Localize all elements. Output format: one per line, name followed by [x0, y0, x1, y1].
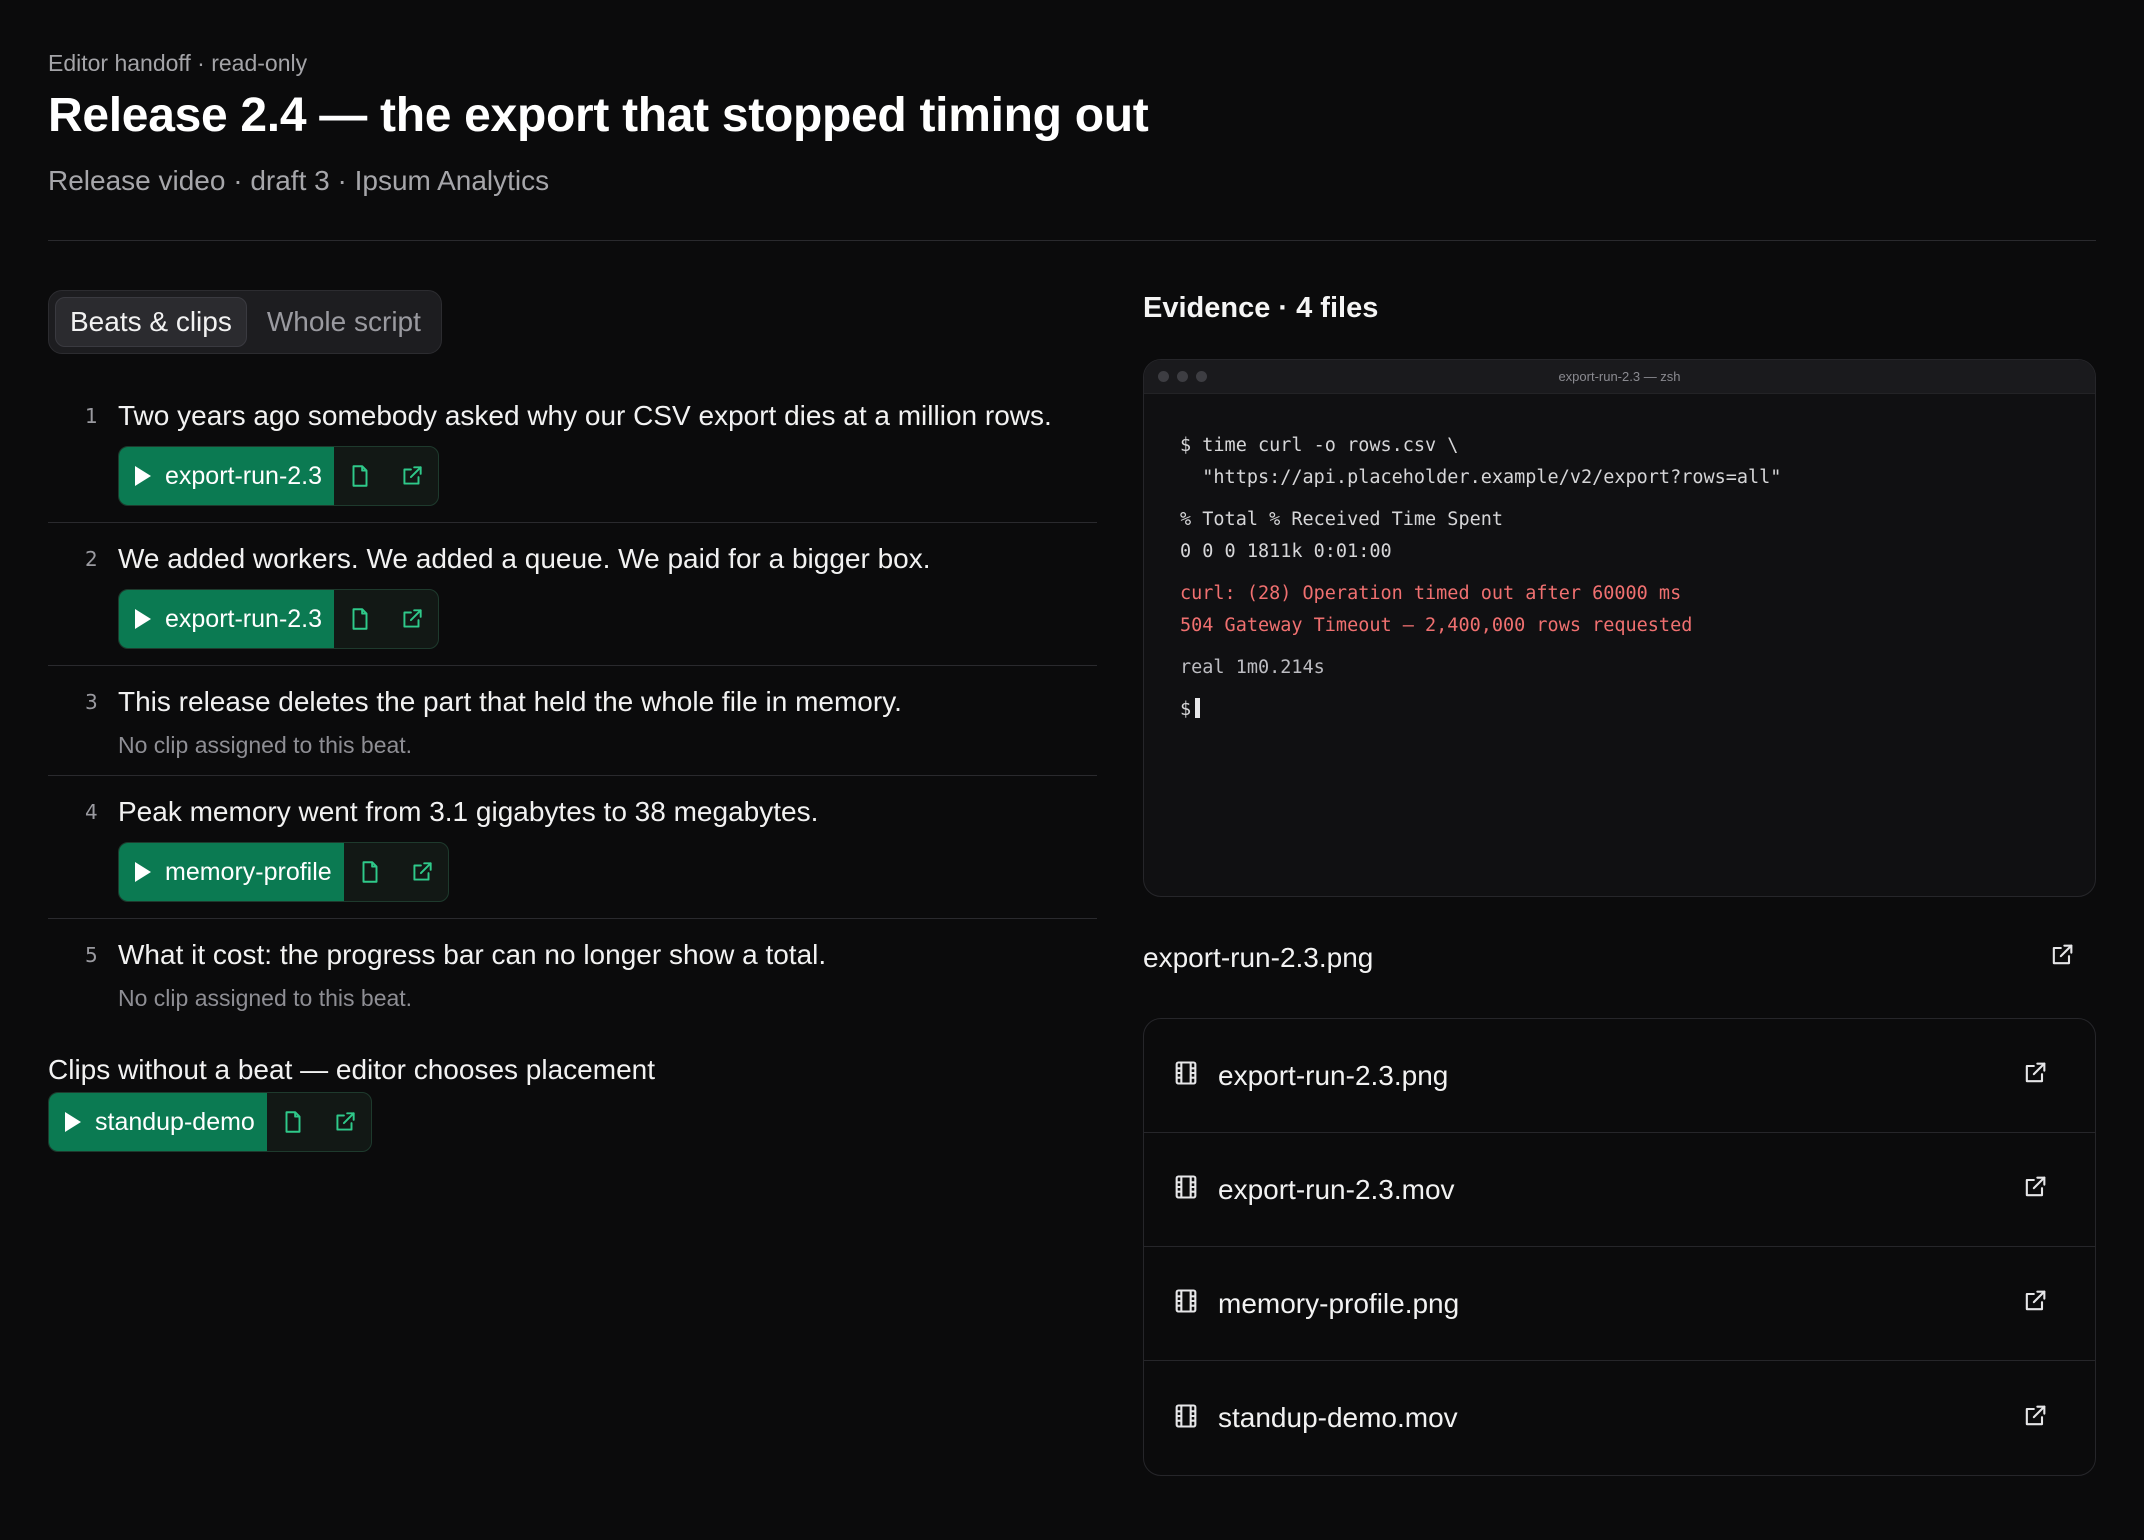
- clip-name: export-run-2.3: [165, 604, 323, 633]
- film-icon: [1172, 1173, 1200, 1206]
- file-name: export-run-2.3.mov: [1218, 1173, 1455, 1205]
- play-clip-button[interactable]: export-run-2.3: [119, 590, 335, 648]
- beat-note: No clip assigned to this beat.: [118, 732, 413, 758]
- file-icon[interactable]: [334, 447, 386, 505]
- external-link-icon[interactable]: [2021, 1059, 2049, 1092]
- beat-list: 1 Two years ago somebody asked why our C…: [48, 380, 1097, 1028]
- play-clip-button[interactable]: export-run-2.3: [119, 447, 335, 505]
- play-icon: [135, 466, 151, 486]
- beat-number: 3: [85, 690, 98, 714]
- play-icon: [135, 862, 151, 882]
- beat-row: 3 This release deletes the part that hel…: [48, 666, 1097, 776]
- external-link-icon[interactable]: [386, 590, 438, 648]
- file-name: standup-demo.mov: [1218, 1402, 1458, 1433]
- evidence-file-list: export-run-2.3.png export-run-2.3.mov me: [1143, 1018, 2096, 1476]
- orphan-clips-heading: Clips without a beat — editor chooses pl…: [48, 1054, 655, 1085]
- terminal-output: $ time curl -o rows.csv \ "https://api.p…: [1144, 394, 2095, 762]
- terminal-window-title: export-run-2.3 — zsh: [1558, 369, 1681, 384]
- selected-file-name: export-run-2.3.png: [1143, 941, 1374, 973]
- external-link-icon[interactable]: [396, 843, 448, 901]
- clip-chip: export-run-2.3: [118, 589, 440, 649]
- terminal-titlebar: export-run-2.3 — zsh: [1144, 360, 2095, 394]
- evidence-column: Evidence · 4 files export-run-2.3 — zsh …: [1143, 290, 2096, 1476]
- beat-row: 5 What it cost: the progress bar can no …: [48, 919, 1097, 1028]
- external-link-icon[interactable]: [386, 447, 438, 505]
- beats-column: Beats & clips Whole script 1 Two years a…: [48, 290, 1097, 1152]
- file-row[interactable]: export-run-2.3.png: [1144, 1019, 2095, 1133]
- file-icon[interactable]: [334, 590, 386, 648]
- page-subtitle: Release video · draft 3 · Ipsum Analytic…: [48, 165, 550, 196]
- film-icon: [1172, 1402, 1200, 1435]
- external-link-icon[interactable]: [2048, 941, 2076, 974]
- terminal-prompt: $: [1180, 694, 2059, 726]
- eyebrow: Editor handoff · read-only: [48, 50, 308, 76]
- external-link-icon[interactable]: [2021, 1173, 2049, 1206]
- beat-text: What it cost: the progress bar can no lo…: [118, 939, 827, 970]
- play-clip-button[interactable]: memory-profile: [119, 843, 344, 901]
- beat-note: No clip assigned to this beat.: [118, 985, 413, 1011]
- beat-number: 1: [85, 404, 98, 428]
- terminal-line: $ time curl -o rows.csv \: [1180, 435, 1459, 456]
- handoff-page: Editor handoff · read-only Release 2.4 —…: [0, 0, 2144, 1540]
- play-clip-button[interactable]: standup-demo: [49, 1093, 267, 1151]
- external-link-icon[interactable]: [2021, 1402, 2049, 1435]
- file-name: export-run-2.3.png: [1218, 1059, 1449, 1091]
- film-icon: [1172, 1287, 1200, 1320]
- clip-chip: export-run-2.3: [118, 446, 440, 506]
- terminal-line: % Total % Received Time Spent: [1180, 509, 1504, 530]
- tab-beats-clips[interactable]: Beats & clips: [55, 297, 247, 347]
- view-tabs: Beats & clips Whole script: [48, 290, 442, 354]
- file-icon[interactable]: [267, 1093, 319, 1151]
- header-divider: [48, 240, 2096, 241]
- film-icon: [1172, 1059, 1200, 1092]
- file-icon[interactable]: [344, 843, 396, 901]
- tab-whole-script[interactable]: Whole script: [253, 297, 435, 347]
- beat-row: 4 Peak memory went from 3.1 gigabytes to…: [48, 776, 1097, 919]
- clip-name: export-run-2.3: [165, 461, 323, 490]
- file-name: memory-profile.png: [1218, 1287, 1460, 1319]
- terminal-error-line: 504 Gateway Timeout — 2,400,000 rows req…: [1180, 615, 1693, 636]
- clip-chip: standup-demo: [48, 1092, 372, 1152]
- file-row[interactable]: memory-profile.png: [1144, 1247, 2095, 1361]
- beat-number: 4: [85, 800, 98, 824]
- terminal-line: 0 0 0 1811k 0:01:00: [1180, 541, 1392, 562]
- clip-name: standup-demo: [95, 1107, 255, 1136]
- play-icon: [65, 1112, 81, 1132]
- beat-number: 5: [85, 943, 98, 967]
- external-link-icon[interactable]: [2021, 1287, 2049, 1320]
- selected-file-row: export-run-2.3.png: [1143, 941, 2096, 974]
- beat-text: This release deletes the part that held …: [118, 686, 902, 717]
- beat-number: 2: [85, 547, 98, 571]
- external-link-icon[interactable]: [319, 1093, 371, 1151]
- file-row[interactable]: standup-demo.mov: [1144, 1361, 2095, 1475]
- beat-text: Two years ago somebody asked why our CSV…: [118, 400, 1052, 431]
- terminal-cursor: [1195, 698, 1201, 718]
- terminal-line: real 1m0.214s: [1180, 657, 1325, 678]
- prompt-symbol: $: [1180, 699, 1192, 720]
- clip-chip: memory-profile: [118, 842, 449, 902]
- beat-text: Peak memory went from 3.1 gigabytes to 3…: [118, 796, 819, 827]
- beat-row: 2 We added workers. We added a queue. We…: [48, 523, 1097, 666]
- beat-row: 1 Two years ago somebody asked why our C…: [48, 380, 1097, 523]
- terminal-line: "https://api.placeholder.example/v2/expo…: [1180, 467, 1782, 488]
- evidence-title: Evidence · 4 files: [1143, 292, 1379, 324]
- file-row[interactable]: export-run-2.3.mov: [1144, 1133, 2095, 1247]
- beat-text: We added workers. We added a queue. We p…: [118, 543, 931, 574]
- play-icon: [135, 609, 151, 629]
- clip-name: memory-profile: [165, 857, 332, 886]
- evidence-preview-terminal: export-run-2.3 — zsh $ time curl -o rows…: [1143, 359, 2096, 897]
- page-title: Release 2.4 — the export that stopped ti…: [48, 89, 1149, 142]
- terminal-error-line: curl: (28) Operation timed out after 600…: [1180, 583, 1682, 604]
